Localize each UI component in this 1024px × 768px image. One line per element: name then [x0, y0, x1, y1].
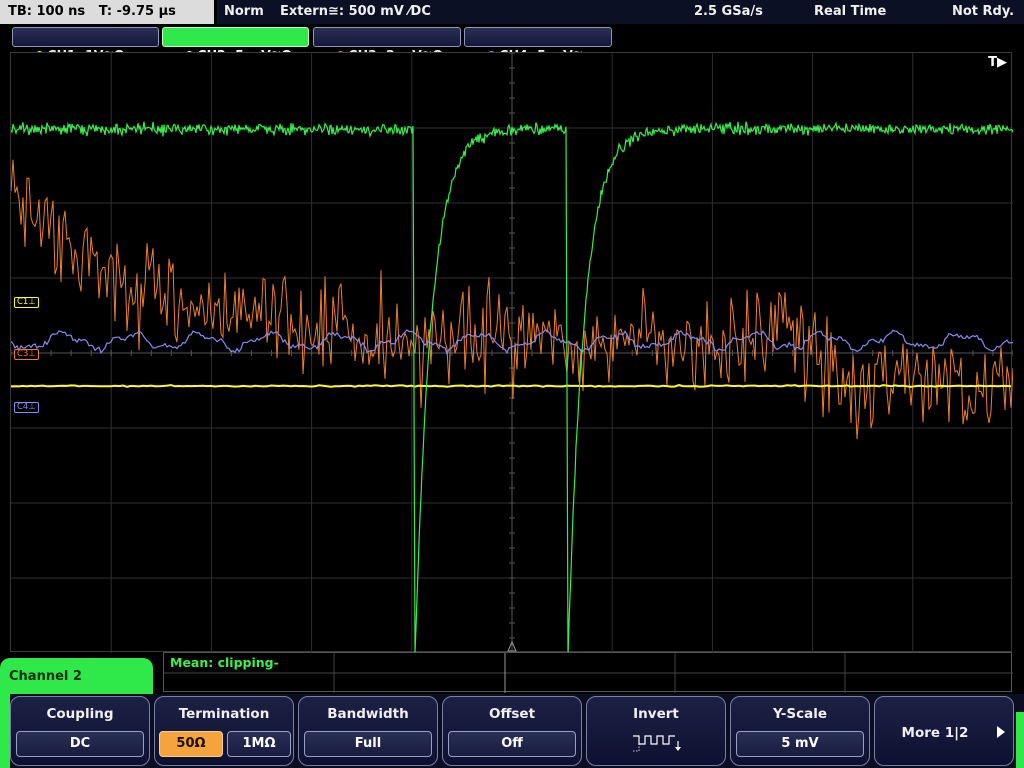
softkey-title: Coupling [46, 706, 114, 722]
invert-waveform-icon [633, 735, 681, 752]
status-bar: TB: 100 ns T: -9.75 µs Norm Extern≅: 500… [0, 0, 1024, 24]
bandwidth-value-button[interactable]: Full [304, 731, 432, 757]
offset-value-button[interactable]: Off [448, 731, 576, 757]
y-scale-softkey[interactable]: Y-Scale 5 mV [730, 696, 870, 766]
ch4-ground-marker[interactable]: C4⊥ [14, 402, 39, 413]
invert-softkey[interactable]: Invert [586, 696, 726, 766]
softkey-menu: Coupling DC Termination 50Ω 1MΩ Bandwidt… [0, 694, 1024, 768]
more-label: More 1|2 [901, 725, 969, 741]
ch1-ground-marker[interactable]: C1⊥ [14, 297, 39, 308]
trigger-mode[interactable]: Norm [224, 0, 264, 24]
channel-tab-ch4[interactable]: CH4: 5 mV≅ [464, 27, 612, 62]
trigger-marker-icon: T▶ [988, 55, 1007, 70]
acquisition-state: Not Rdy. [952, 4, 1015, 19]
coupling-softkey[interactable]: Coupling DC [10, 696, 150, 766]
offset-softkey[interactable]: Offset Off [442, 696, 582, 766]
channel-tab-ch1[interactable]: CH1: 1V≅Ω [12, 27, 159, 62]
timebase-readout[interactable]: TB: 100 ns T: -9.75 µs [0, 0, 214, 24]
termination-50ohm-button[interactable]: 50Ω [159, 731, 223, 757]
bandwidth-softkey[interactable]: Bandwidth Full [298, 696, 438, 766]
termination-softkey[interactable]: Termination 50Ω 1MΩ [154, 696, 294, 766]
measurement-grid [164, 653, 1013, 693]
trigger-source[interactable]: Extern≅: 500 mV ⁄DC [280, 0, 431, 24]
menu-frame [1016, 712, 1024, 768]
softkey-title: Bandwidth [327, 706, 409, 722]
y-scale-value-button[interactable]: 5 mV [736, 731, 864, 757]
acquisition-mode[interactable]: Real Time [814, 0, 886, 24]
waveform-display[interactable]: T▶ C1⊥ C3⊥ C4⊥ [10, 52, 1013, 653]
softkey-title: Invert [633, 706, 679, 722]
channel-tab-row: CH1: 1V≅Ω CH2: 5 mV≅Ω CH3: 2 mV≅Ω CH4: 5… [0, 24, 1024, 62]
status-divider [214, 0, 217, 24]
waveform-canvas[interactable] [11, 53, 1013, 653]
termination-1mohm-button[interactable]: 1MΩ [227, 731, 291, 757]
menu-title-tab: Channel 2 [0, 658, 153, 698]
softkey-title: Offset [488, 706, 536, 722]
measurement-mean: Mean: clipping- [170, 655, 279, 670]
measurement-panel[interactable]: Mean: clipping- [163, 652, 1013, 693]
ch3-ground-marker[interactable]: C3⊥ [14, 349, 39, 360]
sample-rate[interactable]: 2.5 GSa/s [694, 0, 763, 24]
menu-title: Channel 2 [9, 669, 82, 684]
menu-frame [0, 694, 10, 768]
channel-tab-ch3[interactable]: CH3: 2 mV≅Ω [313, 27, 461, 62]
more-softkey[interactable]: More 1|2 [874, 696, 1014, 766]
coupling-value-button[interactable]: DC [16, 731, 144, 757]
softkey-title: Y-Scale [772, 706, 827, 722]
channel-tab-ch2[interactable]: CH2: 5 mV≅Ω [162, 27, 309, 62]
waveform-ch1 [11, 384, 1012, 388]
arrow-right-icon [997, 726, 1005, 738]
softkey-title: Termination [178, 706, 270, 722]
graticule [11, 53, 1013, 653]
